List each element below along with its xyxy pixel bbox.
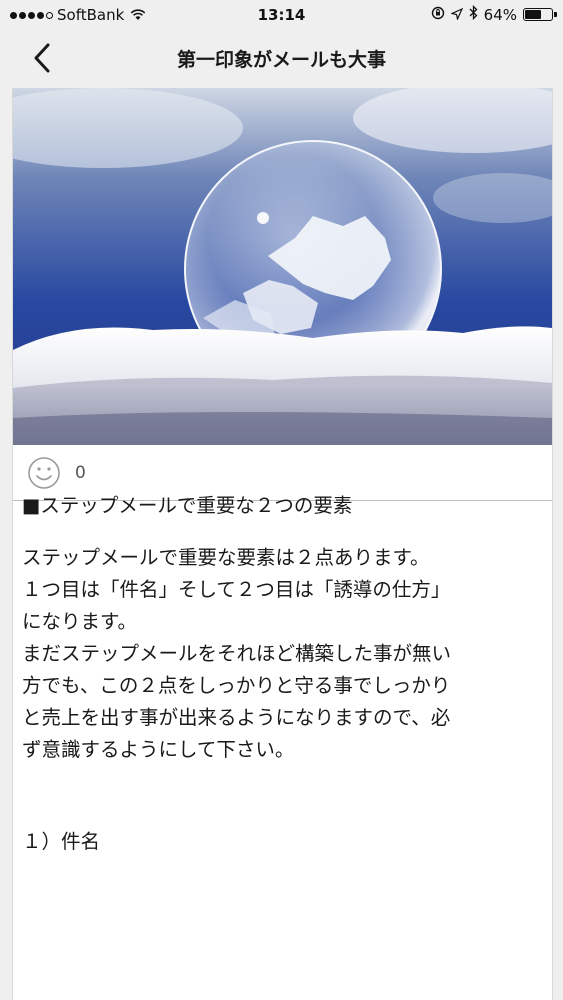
- paragraph-line: 方でも、この２点をしっかりと守る事でしっかり: [22, 674, 451, 697]
- page-title: 第一印象がメールも大事: [176, 49, 386, 71]
- paragraph-line: と売上を出す事が出来るようになりますので、必: [22, 706, 451, 729]
- status-right: 64%: [431, 4, 557, 24]
- section-heading: ■ステップメールで重要な２つの要素: [22, 494, 353, 517]
- navigation-bar: 第一印象がメールも大事: [0, 30, 563, 85]
- article-body: ■ステップメールで重要な２つの要素 ステップメールで重要な要素は２点あります。 …: [22, 490, 522, 858]
- location-icon: [449, 6, 463, 24]
- subheading-subject: １）件名: [22, 830, 101, 853]
- smiley-icon: [28, 456, 60, 489]
- bluetooth-icon: [469, 4, 478, 24]
- status-bar: SoftBank 13:14 64%: [0, 0, 563, 30]
- paragraph-line: ず意識するようにして下さい。: [22, 738, 295, 761]
- article-paragraph: ステップメールで重要な要素は２点あります。 １つ目は「件名」そして２つ目は「誘導…: [22, 542, 522, 766]
- paragraph-line: １つ目は「件名」そして２つ目は「誘導の仕方」: [22, 578, 451, 601]
- rotation-lock-icon: [431, 6, 445, 24]
- smiley-reaction-button[interactable]: [27, 456, 61, 490]
- paragraph-line: まだステップメールをそれほど構築した事が無い: [22, 642, 452, 665]
- paragraph-line: になります。: [22, 610, 138, 633]
- battery-icon: [523, 8, 557, 21]
- battery-percentage: 64%: [483, 5, 517, 24]
- hero-image: [13, 88, 552, 445]
- paragraph-line: ステップメールで重要な要素は２点あります。: [22, 546, 430, 569]
- reaction-count: 0: [75, 462, 86, 483]
